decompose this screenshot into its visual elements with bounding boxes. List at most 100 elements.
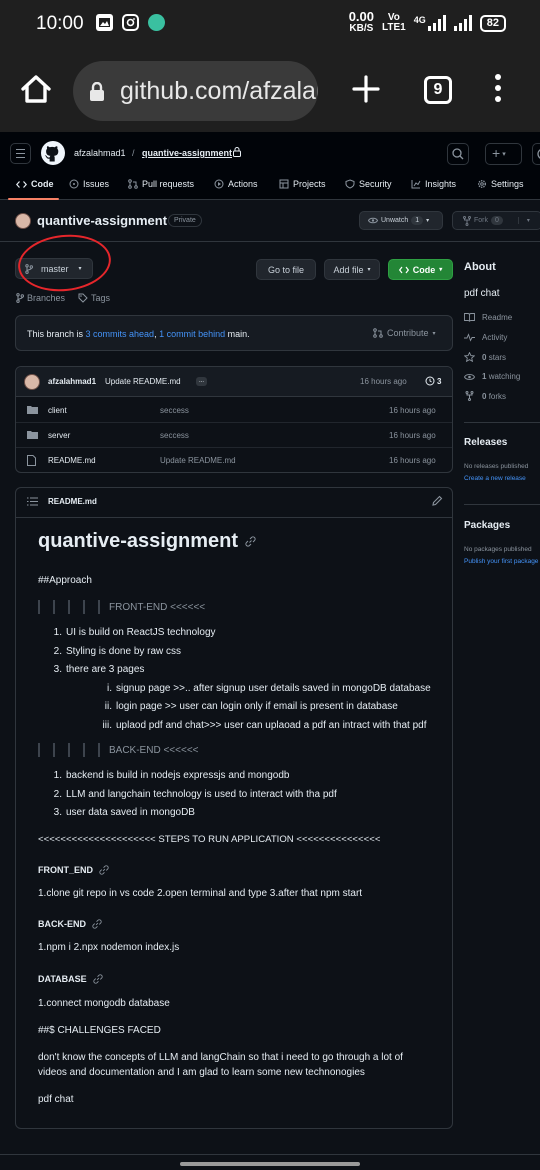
fork-icon [463, 215, 471, 226]
link-icon[interactable] [99, 865, 109, 875]
search-button[interactable] [447, 143, 469, 165]
navigation-gesture-bar[interactable] [180, 1162, 360, 1166]
releases-heading[interactable]: Releases [464, 437, 507, 448]
address-bar[interactable]: github.com/afzalahmad1/quantive-assignme… [73, 61, 318, 121]
file-commit-message[interactable]: seccess [160, 431, 189, 440]
commit-author[interactable]: afzalahmad1 [48, 377, 96, 386]
list-item: iii. uplaod pdf and chat>>> user can upla… [102, 719, 427, 731]
breadcrumb-owner[interactable]: afzalahmad1 [74, 148, 126, 158]
list-item: 3. there are 3 pages [53, 664, 145, 675]
repo-nav: Code Issues Pull requests Actions Projec… [0, 176, 540, 200]
issues-shortcut-button[interactable] [532, 143, 540, 165]
code-icon [398, 266, 409, 273]
table-icon [279, 179, 289, 189]
gear-icon [478, 180, 486, 188]
file-name[interactable]: server [48, 431, 70, 440]
challenges-paragraph-line-1: don't know the concepts of LLM and langC… [38, 1052, 403, 1063]
file-commit-message[interactable]: seccess [160, 406, 189, 415]
breadcrumb-repo[interactable]: quantive-assignment [142, 148, 232, 158]
tab-actions[interactable]: Actions [214, 179, 258, 189]
outline-list-icon[interactable] [27, 497, 38, 506]
tab-security[interactable]: Security [345, 179, 392, 189]
avatar[interactable] [24, 374, 40, 390]
create-new-button[interactable]: + ▾ [485, 143, 522, 165]
pull-request-icon [128, 179, 138, 189]
signal-strength-icon [427, 15, 446, 31]
commit-history-link[interactable]: 3 [425, 376, 441, 386]
stars-link[interactable]: 0 stars [464, 352, 506, 362]
backend-heading: BACK-END [38, 919, 102, 929]
challenges-paragraph-line-2: videos and documentation and I am glad t… [38, 1067, 365, 1078]
code-button[interactable]: Code ▾ [388, 259, 453, 280]
unwatch-button[interactable]: Unwatch 1 ▾ [359, 211, 443, 230]
commit-expand-button[interactable]: ... [196, 377, 208, 386]
readme-footer-text: pdf chat [38, 1094, 74, 1105]
link-icon[interactable] [93, 974, 103, 984]
sidebar-divider [464, 504, 540, 505]
avatar[interactable] [15, 213, 31, 229]
book-icon [464, 313, 475, 322]
fork-button[interactable]: Fork 0 ▾ [452, 211, 540, 230]
link-icon[interactable] [92, 919, 102, 929]
contribute-button[interactable]: Contribute ▾ [373, 328, 436, 338]
browser-menu-icon[interactable] [494, 74, 502, 104]
file-commit-message[interactable]: Update README.md [160, 456, 236, 465]
tab-switcher-button[interactable]: 9 [424, 76, 452, 104]
commits-ahead-link[interactable]: 3 commits ahead [86, 329, 155, 339]
add-file-button[interactable]: Add file ▾ [324, 259, 380, 280]
network-speed: 0.00 KB/S [348, 9, 375, 34]
latest-commit-row: afzalahmad1 Update README.md ... 16 hour… [16, 367, 452, 397]
branches-link[interactable]: Branches [16, 293, 65, 303]
branch-icon [16, 293, 24, 303]
new-tab-icon[interactable] [352, 75, 380, 103]
commits-behind-link[interactable]: 1 commit behind [159, 329, 225, 339]
list-item: ii. login page >> user can login only if … [104, 701, 398, 712]
forks-link[interactable]: 0 forks [464, 391, 506, 401]
list-item: 1. UI is build on ReactJS technology [53, 627, 216, 638]
list-item: 3. user data saved in mongoDB [53, 807, 195, 818]
challenges-text: ##$ CHALLENGES FACED [38, 1025, 161, 1036]
tags-link[interactable]: Tags [78, 293, 110, 303]
link-icon[interactable] [245, 536, 256, 547]
file-name[interactable]: client [48, 406, 67, 415]
private-lock-icon [233, 147, 241, 157]
table-row[interactable]: server seccess 16 hours ago [16, 423, 452, 448]
database-steps: 1.connect mongodb database [38, 998, 170, 1009]
tab-issues[interactable]: Issues [69, 179, 109, 189]
github-logo-icon[interactable] [41, 141, 65, 165]
hamburger-menu-icon[interactable] [10, 143, 31, 164]
packages-heading[interactable]: Packages [464, 520, 510, 531]
watching-link[interactable]: 1 watching [464, 372, 520, 381]
table-row[interactable]: README.md Update README.md 16 hours ago [16, 448, 452, 473]
tab-pull-requests[interactable]: Pull requests [128, 179, 194, 189]
list-item: i. signup page >>.. after signup user det… [107, 682, 431, 694]
browser-toolbar: github.com/afzalahmad1/quantive-assignme… [0, 50, 540, 132]
branch-status-text: This branch is 3 commits ahead, 1 commit… [27, 329, 250, 339]
pencil-icon[interactable] [431, 495, 443, 507]
releases-note: No releases published [464, 463, 529, 470]
list-item: 2. LLM and langchain technology is used t… [53, 788, 337, 800]
github-header: afzalahmad1 / quantive-assignment + ▾ Cod… [0, 132, 540, 200]
home-icon[interactable] [19, 72, 53, 106]
sidebar-divider [464, 422, 540, 423]
lock-icon [90, 82, 104, 101]
tab-projects[interactable]: Projects [279, 179, 326, 189]
eye-icon [464, 373, 475, 380]
file-icon [27, 455, 36, 466]
readme-link[interactable]: Readme [464, 313, 512, 322]
tab-settings[interactable]: Settings [477, 179, 524, 189]
create-release-link[interactable]: Create a new release [464, 475, 526, 482]
pulse-icon [464, 333, 475, 342]
repo-name[interactable]: quantive-assignment [37, 213, 167, 228]
publish-package-link[interactable]: Publish your first package [464, 558, 538, 565]
frontend-list: 1. UI is build on ReactJS technology 2. St… [38, 627, 431, 738]
activity-link[interactable]: Activity [464, 333, 507, 342]
table-row[interactable]: client seccess 16 hours ago [16, 398, 452, 423]
tab-insights[interactable]: Insights [411, 179, 456, 189]
file-name[interactable]: README.md [48, 456, 96, 465]
breadcrumb-separator: / [132, 148, 135, 158]
tab-code[interactable]: Code [16, 179, 54, 189]
go-to-file-button[interactable]: Go to file [256, 259, 316, 280]
graph-icon [411, 180, 421, 189]
commit-message[interactable]: Update README.md [105, 377, 181, 386]
